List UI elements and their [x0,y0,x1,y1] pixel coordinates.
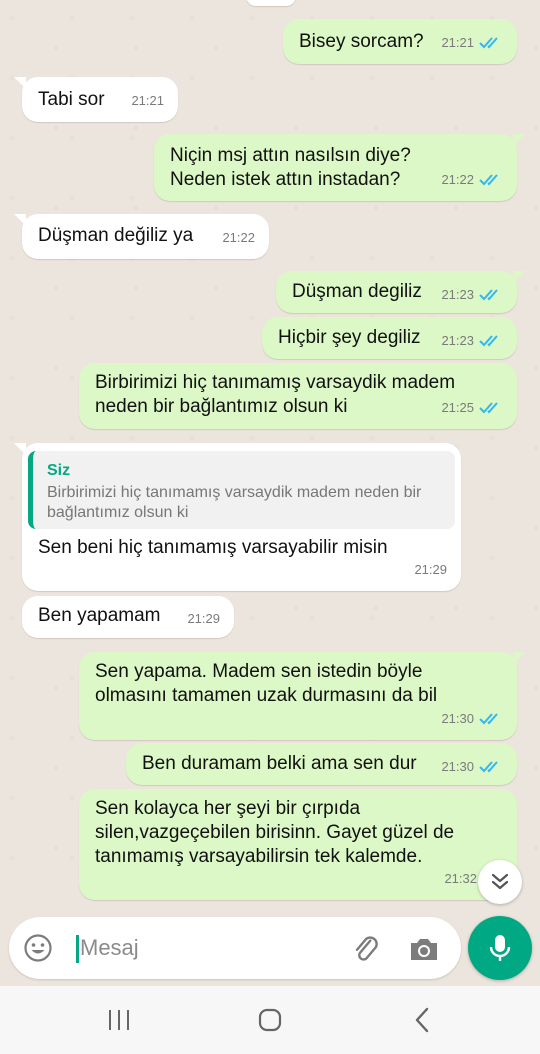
message-bubble[interactable]: Hiçbir şey degiliz 21:23 [262,317,517,359]
recent-apps-icon [109,1010,129,1030]
message-meta: 21:23 [441,283,503,307]
message-meta: 21:30 [441,707,503,731]
read-ticks-icon [479,761,498,773]
message-meta: 21:22 [222,226,255,250]
message-meta: 21:21 [441,31,503,55]
message-text: Ben yapamam [38,605,161,626]
partial-message [246,0,296,6]
message-time: 21:21 [131,93,164,108]
text-cursor [76,935,79,963]
message-text: Sen yapama. Madem sen istedin böyle olma… [95,661,438,706]
message-time: 21:21 [441,35,474,50]
message-time: 21:30 [441,759,474,774]
back-button[interactable] [402,1004,442,1036]
microphone-icon [489,935,511,961]
message-time: 21:30 [441,711,474,726]
message-time: 21:22 [222,230,255,245]
message-time: 21:29 [414,562,447,577]
read-ticks-icon [479,289,498,301]
message-bubble[interactable]: Birbirimizi hiç tanımamış varsaydik made… [79,363,517,429]
message-time: 21:23 [441,333,474,348]
message-bubble[interactable]: Siz Birbirimizi hiç tanımamış varsaydik … [14,443,461,591]
message-time: 21:23 [441,287,474,302]
message-text: Düşman degiliz [292,281,422,302]
microphone-button[interactable] [468,916,532,980]
message-text: Niçin msj attın nasılsın diye? Neden ist… [170,145,411,190]
message-text: Düşman değiliz ya [38,225,194,246]
paperclip-icon[interactable] [349,932,383,966]
emoji-icon[interactable] [23,933,53,963]
chat-area[interactable]: Bisey sorcam? 21:21 Tabi sor 21:21 Niçin… [0,0,540,912]
message-bubble[interactable]: Ben duramam belki ama sen dur 21:30 [126,743,517,785]
message-meta: 21:22 [441,168,503,192]
home-button[interactable] [250,1004,290,1036]
message-text: Hiçbir şey degiliz [278,327,421,348]
message-meta: 21:29 [414,558,447,582]
message-bubble[interactable]: Ben yapamam 21:29 [22,596,234,638]
message-meta: 21:29 [187,607,220,631]
scroll-to-bottom-button[interactable] [478,860,522,904]
message-bubble[interactable]: Bisey sorcam? 21:21 [283,19,517,64]
recent-apps-button[interactable] [99,1004,139,1036]
message-meta: 21:21 [131,89,164,113]
quoted-author: Siz [47,462,71,479]
message-bubble[interactable]: Düşman değiliz ya 21:22 [14,214,269,259]
read-ticks-icon [479,402,498,414]
message-bubble[interactable]: Sen yapama. Madem sen istedin böyle olma… [79,652,525,740]
message-meta: 21:25 [441,396,503,420]
message-time: 21:29 [187,611,220,626]
message-text: Ben duramam belki ama sen dur [142,753,417,774]
message-text: Tabi sor [38,89,105,110]
message-input[interactable]: Mesaj [80,935,139,961]
message-bubble[interactable]: Tabi sor 21:21 [14,77,178,122]
message-meta: 21:32 [444,867,477,891]
message-bubble[interactable]: Niçin msj attın nasılsın diye? Neden ist… [154,134,525,201]
camera-icon[interactable] [407,932,441,966]
read-ticks-icon [479,37,498,49]
message-text: Bisey sorcam? [299,31,424,52]
message-time: 21:22 [441,172,474,187]
quoted-text: Birbirimizi hiç tanımamış varsaydik made… [47,484,422,521]
home-icon [258,1008,282,1032]
message-time: 21:25 [441,400,474,415]
read-ticks-icon [479,174,498,186]
message-text: Birbirimizi hiç tanımamış varsaydik made… [95,372,456,417]
message-composer[interactable]: Mesaj [9,917,461,979]
system-navbar [0,986,540,1054]
message-text: Sen kolayca her şeyi bir çırpıda silen,v… [95,798,455,867]
read-ticks-icon [479,335,498,347]
back-icon [415,1007,429,1033]
read-ticks-icon [479,713,498,725]
message-bubble[interactable]: Sen kolayca her şeyi bir çırpıda silen,v… [79,789,517,900]
message-time: 21:32 [444,871,477,886]
message-text: Sen beni hiç tanımamış varsayabilir misi… [38,537,388,558]
message-bubble[interactable]: Düşman degiliz 21:23 [276,271,525,313]
message-meta: 21:23 [441,329,503,353]
message-meta: 21:30 [441,755,503,779]
double-chevron-down-icon [491,873,509,890]
quoted-message[interactable]: Siz Birbirimizi hiç tanımamış varsaydik … [28,451,455,529]
